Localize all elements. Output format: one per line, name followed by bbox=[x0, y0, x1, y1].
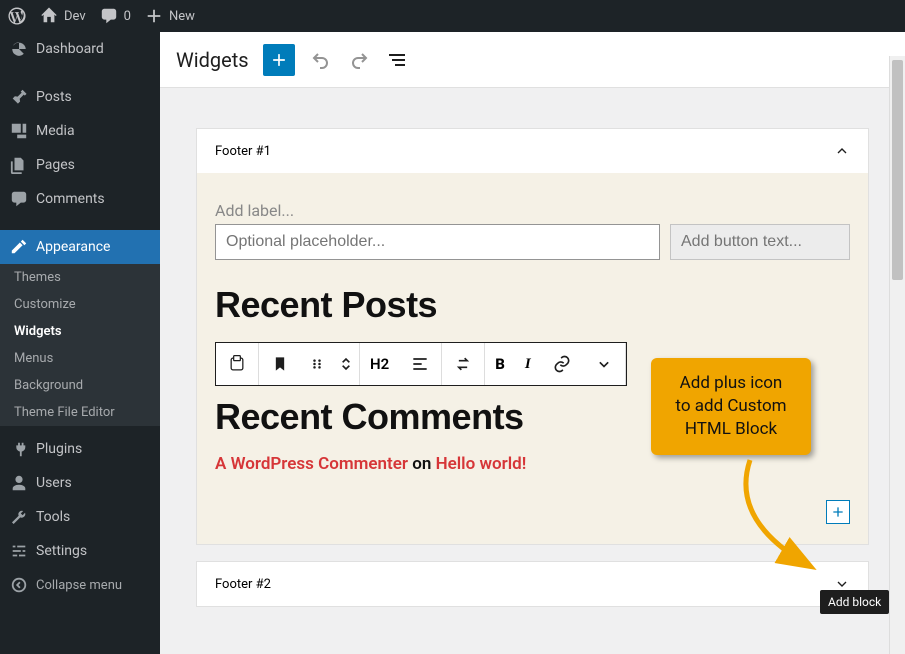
comment-author-link[interactable]: A WordPress Commenter bbox=[215, 454, 408, 474]
new-content[interactable]: New bbox=[145, 7, 195, 25]
sidebar-item-pages[interactable]: Pages bbox=[0, 148, 160, 182]
link-button[interactable] bbox=[541, 343, 583, 385]
heading-level-button[interactable]: H2 bbox=[360, 343, 399, 385]
redo-icon bbox=[347, 48, 371, 72]
align-button[interactable] bbox=[399, 343, 441, 385]
widget-area-header[interactable]: Footer #1 bbox=[197, 129, 868, 173]
plug-icon bbox=[10, 440, 28, 458]
site-home[interactable]: Dev bbox=[40, 7, 86, 25]
pin-icon bbox=[10, 88, 28, 106]
placeholder-input[interactable] bbox=[215, 224, 660, 260]
move-handle[interactable] bbox=[301, 343, 333, 385]
list-view-icon bbox=[385, 48, 409, 72]
add-block-header-button[interactable] bbox=[263, 44, 295, 76]
sidebar-item-comments[interactable]: Comments bbox=[0, 182, 160, 216]
redo-button[interactable] bbox=[347, 48, 371, 72]
collapse-icon bbox=[10, 576, 28, 594]
more-rich-text-button[interactable] bbox=[583, 343, 625, 385]
sidebar-item-plugins[interactable]: Plugins bbox=[0, 432, 160, 466]
sidebar-item-posts[interactable]: Posts bbox=[0, 80, 160, 114]
editor-title: Widgets bbox=[176, 48, 249, 72]
sidebar-item-users[interactable]: Users bbox=[0, 466, 160, 500]
comments-bubble[interactable]: 0 bbox=[100, 7, 131, 25]
sidebar-sub-widgets[interactable]: Widgets bbox=[0, 318, 160, 345]
brush-icon bbox=[10, 238, 28, 256]
bold-button[interactable]: B bbox=[485, 343, 515, 385]
comment-icon bbox=[100, 7, 118, 25]
site-name: Dev bbox=[64, 9, 86, 24]
chevrons-icon bbox=[336, 354, 356, 374]
list-view-button[interactable] bbox=[385, 48, 409, 72]
sidebar-sub-background[interactable]: Background bbox=[0, 372, 160, 399]
undo-button[interactable] bbox=[309, 48, 333, 72]
sidebar-sub-customize[interactable]: Customize bbox=[0, 291, 160, 318]
undo-icon bbox=[309, 48, 333, 72]
button-text-input[interactable] bbox=[670, 224, 850, 260]
comment-on-text: on bbox=[412, 454, 431, 474]
admin-bar: Dev 0 New bbox=[0, 0, 905, 32]
media-icon bbox=[10, 122, 28, 140]
dashboard-icon bbox=[10, 40, 28, 58]
sidebar-item-media[interactable]: Media bbox=[0, 114, 160, 148]
add-block-tooltip: Add block bbox=[820, 590, 889, 614]
chevron-up-icon bbox=[834, 143, 850, 159]
add-label-text: Add label... bbox=[215, 201, 850, 220]
italic-button[interactable]: I bbox=[515, 343, 541, 385]
comments-icon bbox=[10, 190, 28, 208]
wrench-icon bbox=[10, 508, 28, 526]
sidebar-sub-themes[interactable]: Themes bbox=[0, 264, 160, 291]
scrollbar-thumb[interactable] bbox=[892, 60, 903, 280]
comment-post-link[interactable]: Hello world! bbox=[436, 454, 527, 474]
link-icon bbox=[552, 354, 572, 374]
chevron-down-icon bbox=[594, 354, 614, 374]
sidebar-sub-menus[interactable]: Menus bbox=[0, 345, 160, 372]
sidebar-sub-theme-file-editor[interactable]: Theme File Editor bbox=[0, 399, 160, 426]
sliders-icon bbox=[10, 542, 28, 560]
sidebar-item-dashboard[interactable]: Dashboard bbox=[0, 32, 160, 66]
widget-area-title: Footer #2 bbox=[215, 577, 271, 592]
bookmark-icon bbox=[270, 354, 290, 374]
wordpress-icon bbox=[8, 7, 26, 25]
sidebar-item-appearance[interactable]: Appearance bbox=[0, 230, 160, 264]
annotation-callout: Add plus icon to add Custom HTML Block bbox=[651, 358, 811, 455]
plus-icon bbox=[269, 50, 289, 70]
block-type-button[interactable] bbox=[216, 343, 258, 385]
vertical-scrollbar[interactable] bbox=[889, 56, 905, 654]
annotation-arrow bbox=[720, 450, 840, 590]
heading-block-icon bbox=[227, 354, 247, 374]
home-icon bbox=[40, 7, 58, 25]
admin-sidebar: Dashboard Posts Media Pages Comments App… bbox=[0, 32, 160, 654]
plus-icon bbox=[145, 7, 163, 25]
editor-header: Widgets bbox=[160, 32, 905, 88]
transform-button[interactable] bbox=[442, 343, 484, 385]
sidebar-item-settings[interactable]: Settings bbox=[0, 534, 160, 568]
sidebar-item-tools[interactable]: Tools bbox=[0, 500, 160, 534]
block-toolbar: H2 B I bbox=[215, 342, 627, 386]
comments-count: 0 bbox=[124, 9, 131, 24]
sidebar-collapse[interactable]: Collapse menu bbox=[0, 568, 160, 602]
swap-icon bbox=[453, 354, 473, 374]
align-icon bbox=[410, 354, 430, 374]
move-up-down[interactable] bbox=[333, 343, 359, 385]
new-label: New bbox=[169, 9, 195, 24]
drag-handle[interactable] bbox=[259, 343, 301, 385]
widget-area-title: Footer #1 bbox=[215, 144, 271, 159]
user-icon bbox=[10, 474, 28, 492]
recent-posts-heading: Recent Posts bbox=[215, 284, 850, 326]
wp-logo[interactable] bbox=[8, 7, 26, 25]
pages-icon bbox=[10, 156, 28, 174]
drag-dots-icon bbox=[307, 354, 327, 374]
